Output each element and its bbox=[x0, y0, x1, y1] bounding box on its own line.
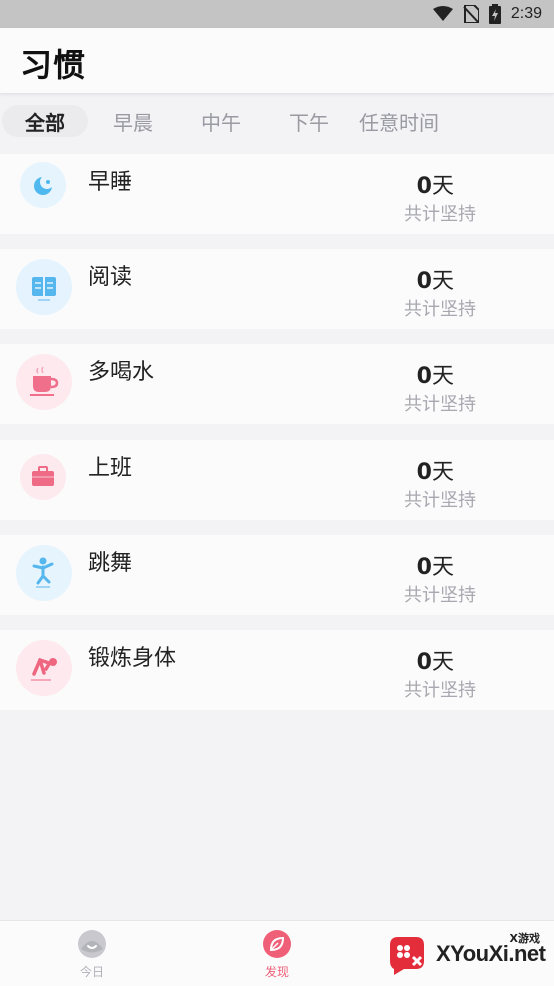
habit-days-unit: 天 bbox=[431, 460, 454, 485]
page-title: 习惯 bbox=[20, 46, 87, 84]
habit-name: 上班 bbox=[88, 456, 133, 481]
tab-all[interactable]: 全部 bbox=[2, 105, 88, 137]
briefcase-icon bbox=[20, 454, 66, 500]
habit-name: 跳舞 bbox=[88, 551, 133, 576]
tab-noon[interactable]: 中午 bbox=[178, 105, 264, 137]
status-time: 2:39 bbox=[510, 5, 542, 22]
habit-item-reading[interactable]: 阅读 0天 共计坚持 bbox=[0, 249, 554, 329]
habit-days-unit: 天 bbox=[431, 269, 454, 294]
habit-item-drink-water[interactable]: 多喝水 0天 共计坚持 bbox=[0, 344, 554, 424]
habit-days-unit: 天 bbox=[431, 174, 454, 199]
watermark-small: X游戏 bbox=[509, 932, 540, 945]
no-sim-icon bbox=[463, 5, 479, 23]
habit-item-early-sleep[interactable]: 早睡 0天 共计坚持 bbox=[0, 154, 554, 234]
tab-label: 任意时间 bbox=[359, 110, 439, 135]
habit-days: 0天 bbox=[417, 549, 454, 581]
habit-subtitle: 共计坚持 bbox=[404, 585, 476, 606]
tab-label: 下午 bbox=[289, 110, 329, 135]
habit-days-count: 0 bbox=[416, 555, 432, 580]
habit-days: 0天 bbox=[417, 168, 454, 200]
habit-days-count: 0 bbox=[416, 364, 432, 389]
habit-name: 早睡 bbox=[88, 170, 133, 195]
habit-item-exercise[interactable]: 锻炼身体 0天 共计坚持 bbox=[0, 630, 554, 710]
book-icon bbox=[16, 259, 72, 315]
discover-icon bbox=[263, 930, 291, 958]
watermark: XYouXi.net X游戏 bbox=[384, 928, 550, 980]
tab-label: 全部 bbox=[25, 110, 65, 135]
dance-icon bbox=[16, 545, 72, 601]
tab-label: 中午 bbox=[201, 110, 241, 135]
nav-label: 发现 bbox=[264, 965, 289, 979]
nav-label: 今日 bbox=[79, 965, 104, 979]
habit-subtitle: 共计坚持 bbox=[404, 299, 476, 320]
header: 习惯 bbox=[0, 28, 554, 94]
habit-days: 0天 bbox=[417, 263, 454, 295]
habit-days-count: 0 bbox=[416, 269, 432, 294]
cup-icon bbox=[16, 354, 72, 410]
habit-days: 0天 bbox=[417, 358, 454, 390]
filter-tabs: 全部 早晨 中午 下午 任意时间 bbox=[0, 100, 554, 144]
habit-subtitle: 共计坚持 bbox=[404, 394, 476, 415]
habit-subtitle: 共计坚持 bbox=[404, 680, 476, 701]
habit-days: 0天 bbox=[417, 454, 454, 486]
tab-label: 早晨 bbox=[113, 110, 153, 135]
habit-days: 0天 bbox=[417, 644, 454, 676]
habit-days-count: 0 bbox=[416, 460, 432, 485]
tab-anytime[interactable]: 任意时间 bbox=[352, 105, 446, 137]
habit-days-unit: 天 bbox=[431, 555, 454, 580]
habit-item-work[interactable]: 上班 0天 共计坚持 bbox=[0, 440, 554, 520]
tab-morning[interactable]: 早晨 bbox=[90, 105, 176, 137]
habit-item-dance[interactable]: 跳舞 0天 共计坚持 bbox=[0, 535, 554, 615]
today-icon bbox=[78, 930, 106, 958]
status-bar: 2:39 bbox=[0, 0, 554, 28]
battery-icon bbox=[488, 4, 501, 24]
habit-name: 锻炼身体 bbox=[88, 646, 177, 671]
habit-name: 多喝水 bbox=[88, 360, 155, 385]
habit-days-unit: 天 bbox=[431, 364, 454, 389]
exercise-icon bbox=[16, 640, 72, 696]
habit-subtitle: 共计坚持 bbox=[404, 204, 476, 225]
wifi-icon bbox=[432, 6, 453, 21]
tab-afternoon[interactable]: 下午 bbox=[266, 105, 352, 137]
nav-today[interactable]: 今日 bbox=[52, 929, 132, 985]
habit-days-count: 0 bbox=[416, 174, 432, 199]
habit-days-unit: 天 bbox=[431, 650, 454, 675]
habit-name: 阅读 bbox=[88, 265, 133, 290]
habit-days-count: 0 bbox=[416, 650, 432, 675]
habit-subtitle: 共计坚持 bbox=[404, 490, 476, 511]
gamepad-logo-icon bbox=[390, 937, 424, 975]
nav-discover[interactable]: 发现 bbox=[237, 929, 317, 985]
moon-icon bbox=[20, 162, 66, 208]
